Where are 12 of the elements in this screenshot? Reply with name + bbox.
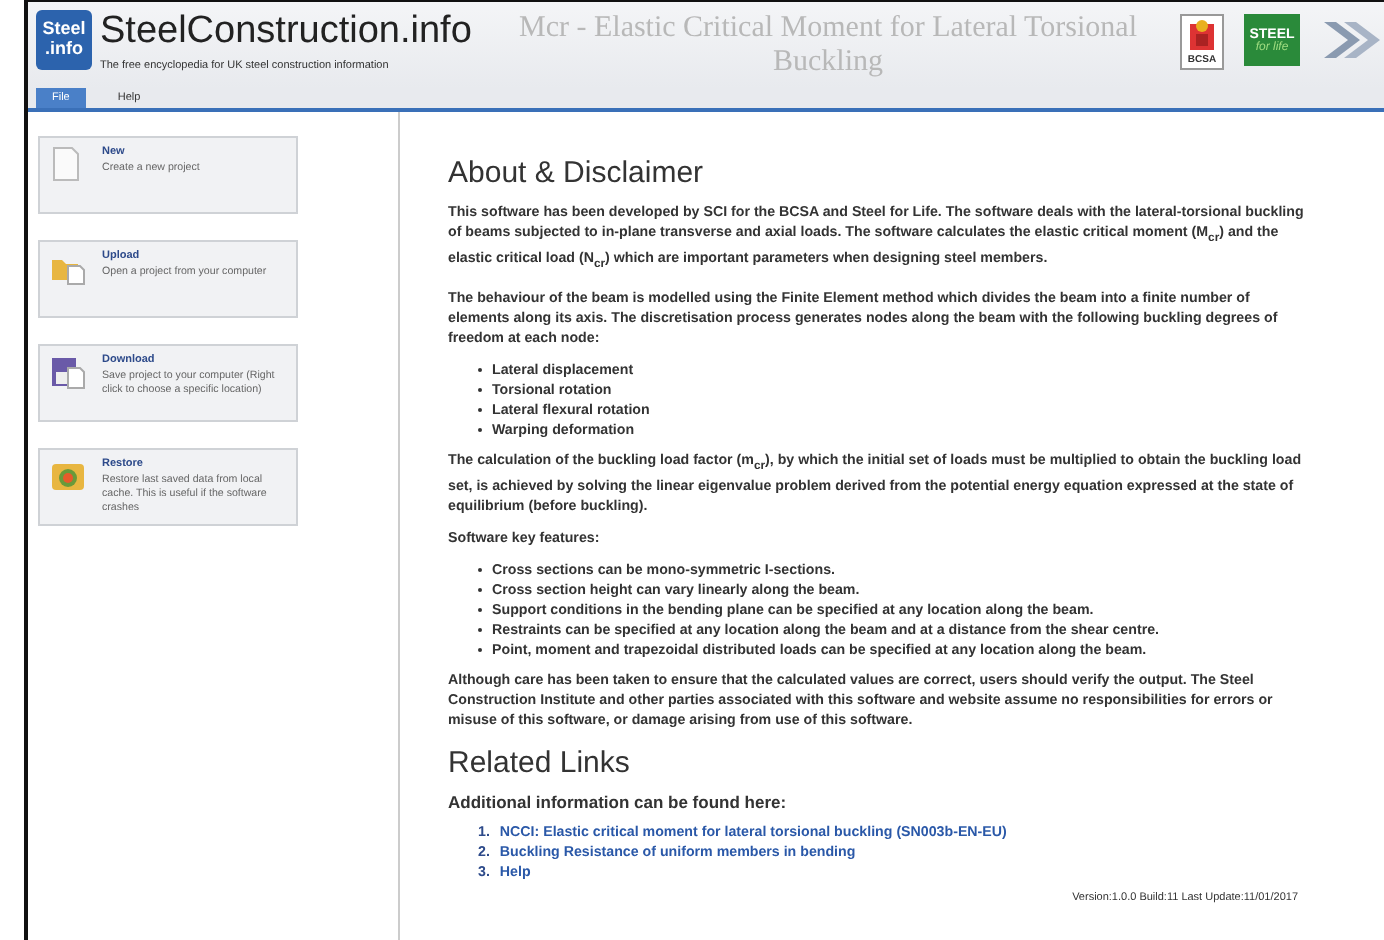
site-logo[interactable]: Steel .info <box>36 10 92 70</box>
section-heading: Related Links <box>448 746 632 781</box>
section-heading: About & Disclaimer <box>448 156 706 190</box>
logo-text: Steel <box>42 20 86 40</box>
logo-text: .info <box>45 40 83 60</box>
app-title: Mcr - Elastic Critical Moment for Lateral Torsional Buckling <box>517 12 1139 80</box>
crest-icon <box>1184 18 1220 54</box>
document-icon <box>50 146 82 182</box>
restore-icon <box>50 458 86 494</box>
subheading: Additional information can be found here: <box>448 792 789 813</box>
site-name: SteelConstruction.info <box>100 10 472 54</box>
floppy-disk-icon <box>50 354 86 390</box>
